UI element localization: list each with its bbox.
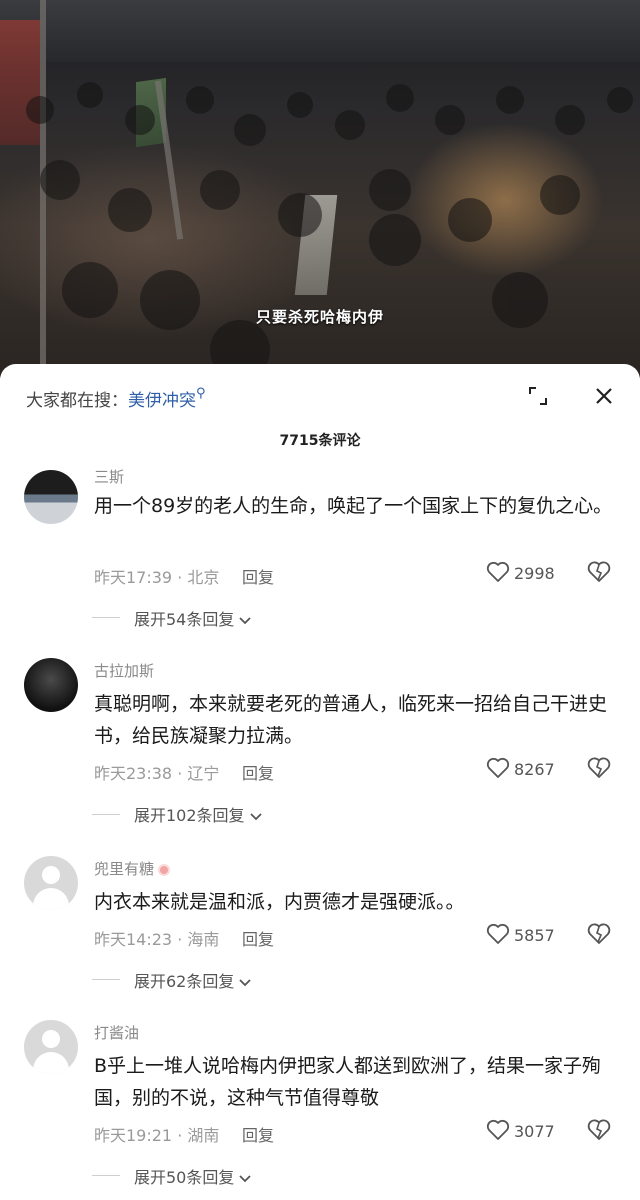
default-avatar-body [33, 1052, 69, 1074]
expand-replies-label: 展开54条回复 [134, 610, 235, 629]
default-avatar-body [33, 888, 69, 910]
video-player[interactable]: 只要杀死哈梅内伊 [0, 0, 640, 378]
reply-button[interactable]: 回复 [242, 760, 274, 784]
expand-replies-label: 展开62条回复 [134, 972, 235, 991]
default-avatar-head [42, 866, 60, 884]
chevron-down-icon [239, 616, 252, 624]
chevron-down-icon [239, 978, 252, 986]
like-heart-icon[interactable] [486, 923, 510, 945]
expand-replies-label: 展开50条回复 [134, 1168, 235, 1187]
reply-button[interactable]: 回复 [242, 1122, 274, 1146]
expand-replies-button[interactable]: 展开102条回复 [134, 802, 263, 826]
chevron-down-icon [239, 1174, 252, 1182]
expand-replies-button[interactable]: 展开54条回复 [134, 606, 252, 630]
divider [92, 617, 120, 618]
like-count: 3077 [514, 1122, 555, 1141]
like-count: 8267 [514, 760, 555, 779]
comment-time-location: 昨天19:21 · 湖南 [94, 1126, 220, 1145]
divider [92, 814, 120, 815]
comment-username-text: 兜里有糖 [94, 860, 155, 878]
comment-username[interactable]: 打酱油 [94, 1022, 139, 1043]
comment-text: 内衣本来就是温和派，内贾德才是强硬派。。 [94, 891, 465, 913]
comment-count: 7715条评论 [279, 433, 361, 449]
avatar[interactable] [24, 1020, 78, 1074]
expand-replies-button[interactable]: 展开50条回复 [134, 1164, 252, 1188]
collapse-icon[interactable] [528, 386, 548, 406]
like-heart-icon[interactable] [486, 561, 510, 583]
dislike-broken-heart-icon[interactable] [586, 1118, 612, 1142]
dislike-broken-heart-icon[interactable] [586, 756, 612, 780]
comment-text: 真聪明啊，本来就要老死的普通人，临死来一招给自己干进史书，给民族凝聚力拉满。 [94, 693, 608, 747]
trending-search-row: 大家都在搜：美伊冲突⚲ [26, 386, 206, 411]
comment-panel: 大家都在搜：美伊冲突⚲ 7715条评论 三斯 用一个89岁的老人的生命，唤起了一… [0, 364, 640, 1200]
divider [92, 1175, 120, 1176]
like-count: 5857 [514, 926, 555, 945]
user-badge-icon [158, 863, 171, 876]
default-avatar-head [42, 1030, 60, 1048]
avatar[interactable] [24, 856, 78, 910]
like-count: 2998 [514, 564, 555, 583]
expand-replies-label: 展开102条回复 [134, 806, 245, 825]
avatar[interactable] [24, 658, 78, 712]
avatar[interactable] [24, 470, 78, 524]
comment-time-location: 昨天17:39 · 北京 [94, 568, 220, 587]
divider [92, 979, 120, 980]
search-icon[interactable]: ⚲ [196, 386, 206, 401]
reply-button[interactable]: 回复 [242, 926, 274, 950]
chevron-down-icon [249, 812, 262, 820]
comment-time-location: 昨天14:23 · 海南 [94, 930, 220, 949]
like-heart-icon[interactable] [486, 1119, 510, 1141]
comment-time-location: 昨天23:38 · 辽宁 [94, 764, 220, 783]
dislike-broken-heart-icon[interactable] [586, 560, 612, 584]
comment-text: 用一个89岁的老人的生命，唤起了一个国家上下的复仇之心。 [94, 495, 613, 517]
video-subtitle: 只要杀死哈梅内伊 [255, 308, 384, 326]
trending-search-label: 大家都在搜： [26, 391, 128, 411]
close-icon[interactable] [592, 384, 616, 408]
comment-text: B乎上一堆人说哈梅内伊把家人都送到欧洲了，结果一家子殉国，别的不说，这种气节值得… [94, 1055, 602, 1109]
comment-username[interactable]: 兜里有糖 [94, 858, 171, 879]
expand-replies-button[interactable]: 展开62条回复 [134, 968, 252, 992]
dislike-broken-heart-icon[interactable] [586, 922, 612, 946]
trending-search-keyword[interactable]: 美伊冲突 [128, 391, 196, 411]
like-heart-icon[interactable] [486, 757, 510, 779]
comment-username[interactable]: 三斯 [94, 466, 124, 487]
comment-username[interactable]: 古拉加斯 [94, 660, 154, 681]
reply-button[interactable]: 回复 [242, 564, 274, 588]
